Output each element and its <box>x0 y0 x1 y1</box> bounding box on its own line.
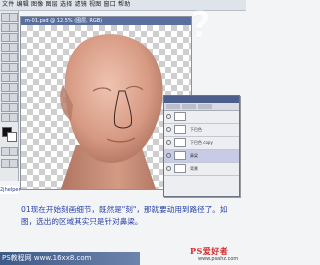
side-label: 2jhelper <box>0 186 21 194</box>
dodge-tool-icon[interactable] <box>9 73 18 82</box>
layer-row-selected[interactable]: 鼻梁 <box>164 150 239 163</box>
layer-thumbnail <box>174 164 186 173</box>
brush-tool-icon[interactable] <box>9 43 18 52</box>
tools-palette <box>0 11 19 181</box>
layer-thumbnail <box>174 112 186 121</box>
visibility-eye-icon[interactable] <box>166 114 171 119</box>
top-right-watermark: ? <box>190 5 211 46</box>
logo-sub-text: www.psahz.com <box>198 256 239 262</box>
visibility-eye-icon[interactable] <box>166 153 171 158</box>
standard-mode-icon[interactable] <box>9 147 18 156</box>
visibility-eye-icon[interactable] <box>166 127 171 132</box>
footer-website: PS教程网 www.16xx8.com <box>0 252 140 265</box>
visibility-eye-icon[interactable] <box>166 140 171 145</box>
document-title[interactable]: m-01.psd @ 12.5% (图层, RGB) <box>21 17 191 25</box>
layer-row[interactable]: 背景 <box>164 163 239 176</box>
layer-row[interactable] <box>164 111 239 124</box>
slice-tool-icon[interactable] <box>9 33 18 42</box>
history-brush-tool-icon[interactable] <box>9 53 18 62</box>
shape-tool-icon[interactable] <box>9 93 18 102</box>
layer-name: 下巴色 copy <box>190 140 213 145</box>
magic-wand-tool-icon[interactable] <box>9 23 18 32</box>
layer-name: 下巴色 <box>190 127 202 132</box>
zoom-tool-icon[interactable] <box>9 113 18 122</box>
move-tool-icon[interactable] <box>9 13 18 22</box>
tab-channels[interactable] <box>182 104 196 109</box>
footer-logo: PS爱好者 www.psahz.com <box>190 246 244 264</box>
background-color-swatch[interactable] <box>7 132 17 142</box>
tutorial-caption: 01现在开始刻画细节，既然是"刻"，那就要动用到路径了。如图，选出的区域其实只是… <box>21 205 228 226</box>
eyedropper-tool-icon[interactable] <box>9 103 18 112</box>
layer-thumbnail <box>174 138 186 147</box>
full-screen-mode-icon[interactable] <box>9 159 18 168</box>
layers-panel: 下巴色 下巴色 copy 鼻梁 背景 <box>163 95 240 197</box>
tab-paths[interactable] <box>198 104 212 109</box>
text-tool-icon[interactable] <box>9 83 18 92</box>
layer-thumbnail <box>174 151 186 160</box>
tab-layers[interactable] <box>166 104 180 109</box>
layers-panel-tabs <box>164 103 239 111</box>
layer-name: 鼻梁 <box>190 153 198 158</box>
layers-panel-title[interactable] <box>164 96 239 103</box>
gradient-tool-icon[interactable] <box>9 63 18 72</box>
menu-items[interactable]: 文件 编辑 图像 图层 选择 滤镜 视图 窗口 帮助 <box>2 1 130 9</box>
visibility-eye-icon[interactable] <box>166 166 171 171</box>
layer-name: 背景 <box>190 166 198 171</box>
layer-thumbnail <box>174 125 186 134</box>
layer-row[interactable]: 下巴色 <box>164 124 239 137</box>
layer-row[interactable]: 下巴色 copy <box>164 137 239 150</box>
